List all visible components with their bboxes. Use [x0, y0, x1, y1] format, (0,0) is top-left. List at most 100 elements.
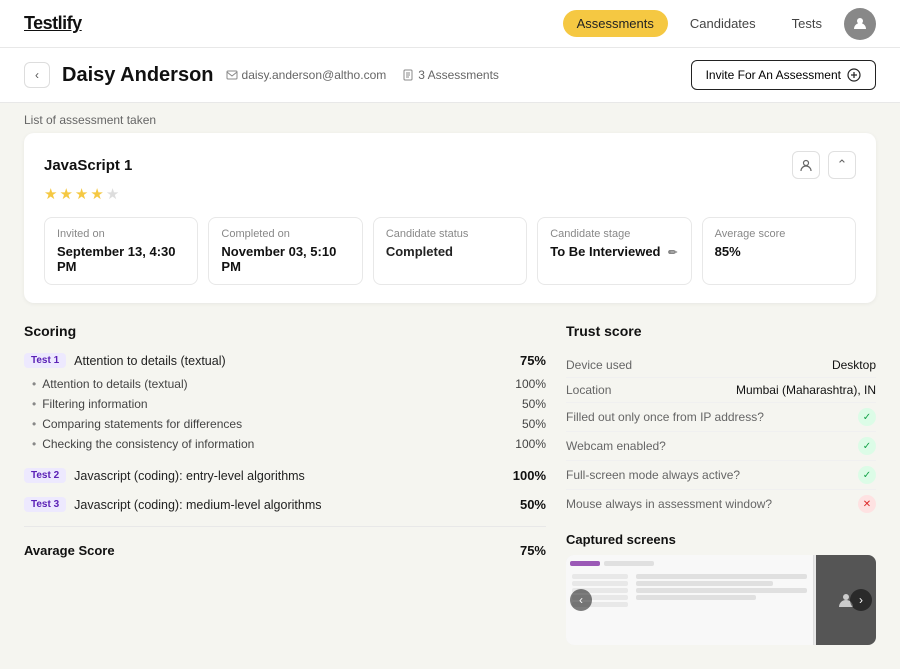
- user-avatar[interactable]: [844, 8, 876, 40]
- logo: Testlify: [24, 13, 82, 34]
- header: Testlify Assessments Candidates Tests: [0, 0, 900, 48]
- cross-mouse-icon: ✕: [858, 495, 876, 513]
- screen-prev-button[interactable]: ‹: [570, 589, 592, 611]
- test-1-badge: Test 1: [24, 353, 66, 368]
- stat-completed-on: Completed on November 03, 5:10 PM: [208, 217, 362, 285]
- bullet-3: •: [32, 417, 36, 431]
- test-3-badge: Test 3: [24, 497, 66, 512]
- sub-item-4-score: 100%: [515, 437, 546, 451]
- trust-device-key: Device used: [566, 358, 632, 372]
- candidate-email: daisy.anderson@altho.com: [226, 68, 387, 82]
- email-icon: [226, 69, 238, 81]
- scoring-title: Scoring: [24, 323, 546, 339]
- bullet-1: •: [32, 377, 36, 391]
- stat-status-value: Completed: [386, 244, 514, 259]
- test-2-score: 100%: [513, 468, 546, 483]
- person-icon: [799, 158, 813, 172]
- sub-item-3-left: • Comparing statements for differences: [32, 417, 242, 431]
- scoring-panel: Scoring Test 1 Attention to details (tex…: [24, 323, 546, 645]
- captured-screens-container: ‹ ›: [566, 555, 876, 645]
- breadcrumb: List of assessment taken: [0, 103, 900, 133]
- trust-row-ip: Filled out only once from IP address? ✓: [566, 403, 876, 432]
- person-icon-button[interactable]: [792, 151, 820, 179]
- collapse-button[interactable]: ⌃: [828, 151, 856, 179]
- test-2-name: Javascript (coding): entry-level algorit…: [74, 469, 305, 483]
- invite-button[interactable]: Invite For An Assessment: [691, 60, 876, 90]
- candidate-name: Daisy Anderson: [62, 64, 214, 87]
- trust-ip-key: Filled out only once from IP address?: [566, 410, 764, 424]
- trust-row-webcam: Webcam enabled? ✓: [566, 432, 876, 461]
- stat-average-score: Average score 85%: [702, 217, 856, 285]
- breadcrumb-text: List of assessment taken: [24, 113, 156, 127]
- trust-table: Device used Desktop Location Mumbai (Mah…: [566, 353, 876, 518]
- stat-stage-value: To Be Interviewed ✏: [550, 244, 678, 259]
- test-1-header: Test 1 Attention to details (textual) 75…: [24, 353, 546, 368]
- document-icon: [402, 69, 414, 81]
- star-2: ★: [59, 185, 72, 203]
- sub-item-1: • Attention to details (textual) 100%: [32, 374, 546, 394]
- bullet-2: •: [32, 397, 36, 411]
- assessment-card-header: JavaScript 1 ⌃: [44, 151, 856, 179]
- screen-main-area: [566, 555, 814, 645]
- stat-invited-value: September 13, 4:30 PM: [57, 244, 185, 274]
- stat-status-label: Candidate status: [386, 228, 514, 240]
- sub-item-4: • Checking the consistency of informatio…: [32, 434, 546, 454]
- trust-title: Trust score: [566, 323, 876, 339]
- test-2-header: Test 2 Javascript (coding): entry-level …: [24, 468, 546, 483]
- test-group-2: Test 2 Javascript (coding): entry-level …: [24, 468, 546, 483]
- trust-row-fullscreen: Full-screen mode always active? ✓: [566, 461, 876, 490]
- assessments-count-text: 3 Assessments: [418, 68, 499, 82]
- nav-assessments[interactable]: Assessments: [563, 10, 668, 37]
- invite-btn-label: Invite For An Assessment: [706, 68, 841, 82]
- back-button[interactable]: ‹: [24, 62, 50, 88]
- email-text: daisy.anderson@altho.com: [242, 68, 387, 82]
- stat-invited-label: Invited on: [57, 228, 185, 240]
- average-row: Avarage Score 75%: [24, 539, 546, 558]
- sub-item-1-left: • Attention to details (textual): [32, 377, 188, 391]
- sub-item-4-name: Checking the consistency of information: [42, 437, 254, 451]
- stat-completed-label: Completed on: [221, 228, 349, 240]
- trust-device-val: Desktop: [832, 358, 876, 372]
- sub-item-2-score: 50%: [522, 397, 546, 411]
- screen-preview: [566, 555, 876, 645]
- assessment-card: JavaScript 1 ⌃ ★ ★ ★ ★ ★ Invited on Sep: [24, 133, 876, 303]
- screen-next-button[interactable]: ›: [850, 589, 872, 611]
- bottom-section: Scoring Test 1 Attention to details (tex…: [24, 323, 876, 645]
- trust-mouse-key: Mouse always in assessment window?: [566, 497, 772, 511]
- sub-item-2-name: Filtering information: [42, 397, 147, 411]
- average-label: Avarage Score: [24, 543, 115, 558]
- test-3-header: Test 3 Javascript (coding): medium-level…: [24, 497, 546, 512]
- trust-row-device: Device used Desktop: [566, 353, 876, 378]
- score-divider: [24, 526, 546, 527]
- sub-item-2: • Filtering information 50%: [32, 394, 546, 414]
- stats-row: Invited on September 13, 4:30 PM Complet…: [44, 217, 856, 285]
- card-actions: ⌃: [792, 151, 856, 179]
- plus-circle-icon: [847, 68, 861, 82]
- stat-invited-on: Invited on September 13, 4:30 PM: [44, 217, 198, 285]
- trust-row-mouse: Mouse always in assessment window? ✕: [566, 490, 876, 518]
- sub-item-3-score: 50%: [522, 417, 546, 431]
- sub-item-3-name: Comparing statements for differences: [42, 417, 242, 431]
- test-3-name: Javascript (coding): medium-level algori…: [74, 498, 321, 512]
- bullet-4: •: [32, 437, 36, 451]
- stat-stage-label: Candidate stage: [550, 228, 678, 240]
- candidate-assessments-count: 3 Assessments: [402, 68, 499, 82]
- trust-panel: Trust score Device used Desktop Location…: [566, 323, 876, 645]
- stat-completed-value: November 03, 5:10 PM: [221, 244, 349, 274]
- main-content: JavaScript 1 ⌃ ★ ★ ★ ★ ★ Invited on Sep: [0, 133, 900, 669]
- main-nav: Assessments Candidates Tests: [563, 8, 876, 40]
- assessment-title: JavaScript 1: [44, 157, 132, 174]
- edit-stage-icon[interactable]: ✏: [668, 246, 677, 259]
- test-1-name: Attention to details (textual): [74, 354, 225, 368]
- star-3: ★: [75, 185, 88, 203]
- sub-item-1-score: 100%: [515, 377, 546, 391]
- stat-avg-value: 85%: [715, 244, 843, 259]
- stage-text: To Be Interviewed: [550, 244, 660, 259]
- star-5: ★: [106, 185, 119, 203]
- average-score: 75%: [520, 543, 546, 558]
- check-webcam-icon: ✓: [858, 437, 876, 455]
- nav-tests[interactable]: Tests: [778, 10, 836, 37]
- nav-candidates[interactable]: Candidates: [676, 10, 770, 37]
- check-ip-icon: ✓: [858, 408, 876, 426]
- stat-candidate-status: Candidate status Completed: [373, 217, 527, 285]
